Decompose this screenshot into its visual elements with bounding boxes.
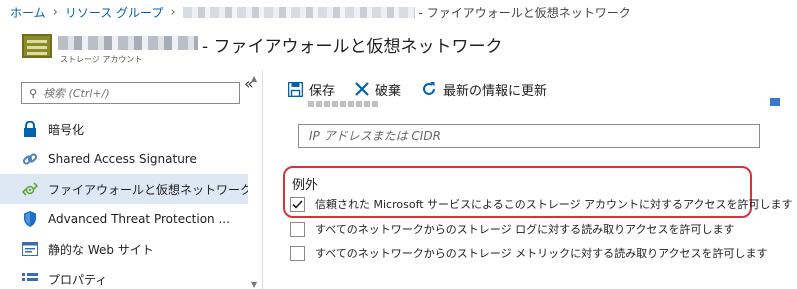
storage-metrics-label: すべてのネットワークからのストレージ メトリックに対する読み取りアクセスを許可し… (315, 247, 768, 260)
breadcrumb: ホーム › リソース グループ › - ファイアウォールと仮想ネットワーク (0, 0, 797, 24)
refresh-button[interactable]: 最新の情報に更新 (421, 80, 547, 99)
command-bar: 保存 破棄 最新の情報に更新 (264, 74, 567, 104)
breadcrumb-separator: › (52, 4, 58, 20)
sidebar-item-label: プロパティ (48, 272, 108, 287)
storage-logs-label: すべてのネットワークからのストレージ ログに対する読み取りアクセスを許可します (315, 223, 735, 236)
save-icon (288, 81, 303, 97)
checkmark-icon (292, 199, 303, 209)
storage-account-icon (22, 34, 52, 58)
breadcrumb-current: - ファイアウォールと仮想ネットワーク (418, 5, 631, 20)
sidebar-search[interactable]: ⚲ (21, 82, 240, 104)
breadcrumb-separator: › (170, 4, 176, 20)
sidebar-item-static-website[interactable]: 静的な Web サイト (0, 234, 248, 264)
redacted-account-name (58, 36, 198, 50)
sidebar-scrollbar[interactable]: ▲ ▼ (248, 74, 262, 289)
sidebar-item-label: Advanced Threat Protection ... (48, 212, 230, 226)
sidebar-search-input[interactable] (43, 86, 224, 100)
main-content: 例外 信頼された Microsoft サービスによるこのストレージ アカウントに… (264, 98, 797, 289)
resource-type-label: ストレージ アカウント (60, 55, 143, 64)
shield-icon (22, 211, 38, 227)
exception-storage-logs[interactable]: すべてのネットワークからのストレージ ログに対する読み取りアクセスを許可します (290, 221, 735, 237)
search-icon: ⚲ (29, 86, 38, 100)
scroll-down-icon[interactable]: ▼ (251, 280, 257, 289)
save-button[interactable]: 保存 (288, 80, 335, 99)
resource-header: - ファイアウォールと仮想ネットワーク ストレージ アカウント (0, 26, 797, 68)
page-title: - ファイアウォールと仮想ネットワーク (202, 37, 503, 57)
website-icon (22, 241, 38, 257)
storage-logs-checkbox[interactable] (290, 221, 305, 237)
exception-trusted-services[interactable]: 信頼された Microsoft サービスによるこのストレージ アカウントに対する… (290, 196, 797, 212)
exception-storage-metrics[interactable]: すべてのネットワークからのストレージ メトリックに対する読み取りアクセスを許可し… (290, 245, 768, 261)
sidebar-item-label: Shared Access Signature (48, 152, 197, 166)
breadcrumb-resource-groups-link[interactable]: リソース グループ (65, 4, 164, 21)
sidebar-item-label: 静的な Web サイト (48, 242, 154, 257)
sidebar: « ⚲ 暗号化 Shared Access Signature ファイアウォール… (0, 70, 263, 289)
trusted-services-checkbox[interactable] (290, 196, 305, 212)
clipped-field-label (308, 101, 378, 107)
properties-icon (22, 271, 38, 287)
link-icon (22, 151, 38, 167)
sidebar-item-firewall[interactable]: ファイアウォールと仮想ネットワーク (0, 174, 248, 204)
exceptions-heading: 例外 (292, 178, 319, 193)
discard-button[interactable]: 破棄 (355, 80, 401, 99)
discard-label: 破棄 (375, 83, 402, 99)
trusted-services-label: 信頼された Microsoft サービスによるこのストレージ アカウントに対する… (315, 198, 793, 211)
redacted-resource-name (182, 6, 415, 18)
sidebar-item-shared-access-signature[interactable]: Shared Access Signature (0, 144, 248, 174)
sidebar-item-label: 暗号化 (48, 122, 85, 137)
close-icon (355, 82, 369, 96)
save-label: 保存 (309, 83, 336, 99)
refresh-icon (423, 82, 436, 95)
ip-address-input[interactable] (298, 124, 760, 148)
sidebar-item-properties[interactable]: プロパティ (0, 264, 248, 289)
sidebar-item-advanced-threat-protection[interactable]: Advanced Threat Protection ... (0, 204, 248, 234)
sidebar-item-label: ファイアウォールと仮想ネットワーク (48, 182, 248, 197)
breadcrumb-home-link[interactable]: ホーム (10, 4, 46, 21)
lock-icon (22, 121, 38, 137)
scroll-up-icon[interactable]: ▲ (251, 74, 257, 83)
sidebar-nav: 暗号化 Shared Access Signature ファイアウォールと仮想ネ… (0, 114, 248, 289)
sidebar-item-encryption[interactable]: 暗号化 (0, 114, 248, 144)
firewall-icon (22, 181, 38, 197)
refresh-label: 最新の情報に更新 (443, 83, 548, 99)
delete-icon[interactable] (770, 98, 780, 106)
storage-metrics-checkbox[interactable] (290, 245, 305, 261)
